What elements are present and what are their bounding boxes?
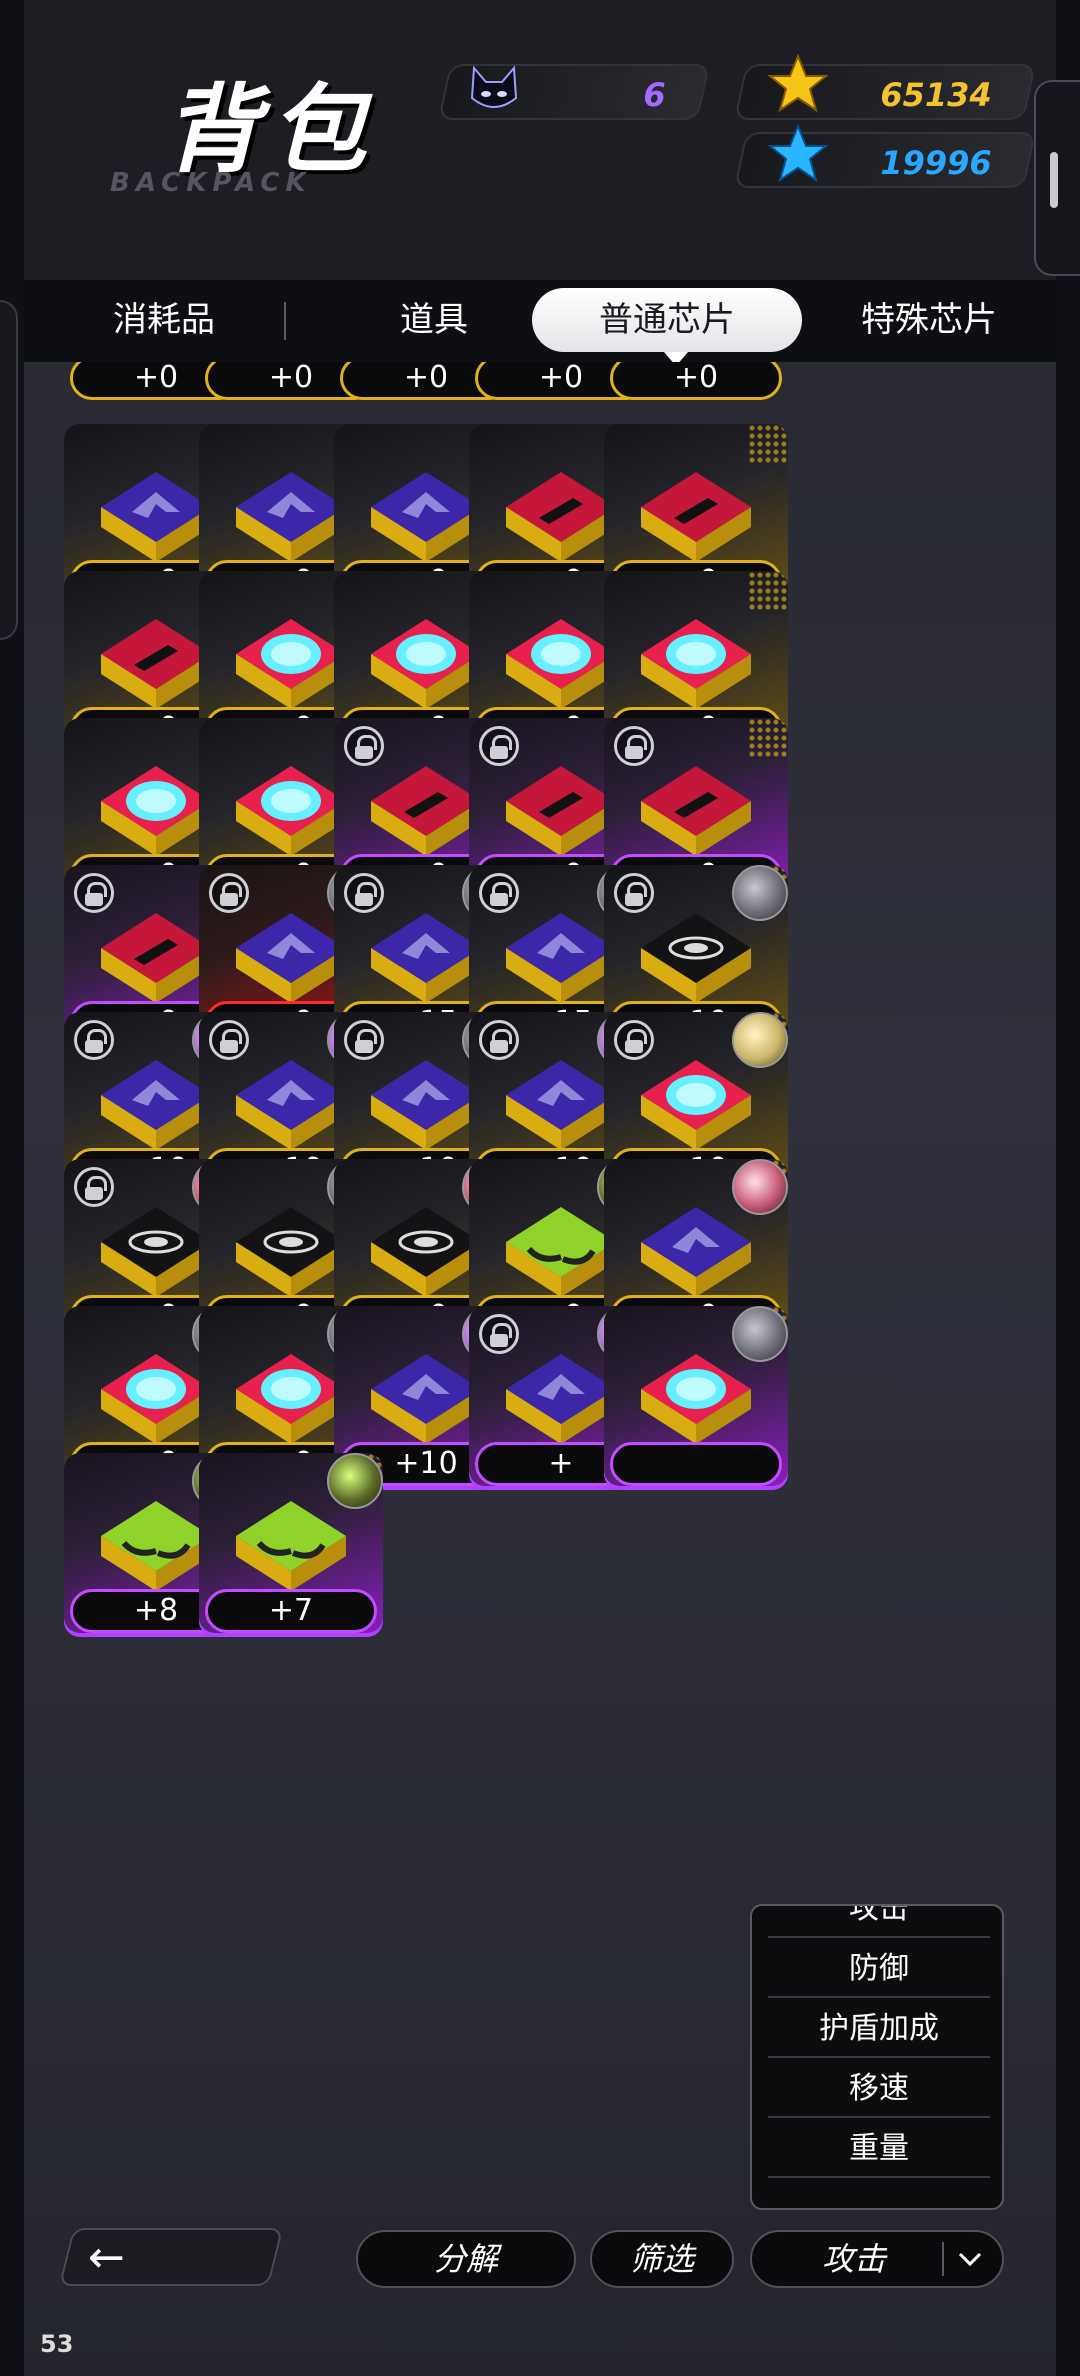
tab-bar: 消耗品 道具 普通芯片 特殊芯片 [24,280,1056,366]
right-border [1056,0,1080,2376]
cyan-burst-chip-icon [501,609,621,719]
blue-wing-chip-icon [501,1344,621,1454]
blue-wing-chip-icon [231,462,351,572]
sort-dropdown-menu: 攻击 防御 护盾加成 移速 重量 [750,1904,1004,2210]
black-vortex-chip-icon [366,1197,486,1307]
blue-wing-chip-icon [501,1050,621,1160]
decompose-button[interactable]: 分解 [356,2230,576,2288]
cyan-burst-chip-icon [636,609,756,719]
cyan-burst-chip-icon [636,1050,756,1160]
blue-wing-chip-icon [366,1050,486,1160]
blue-wing-chip-icon [231,1050,351,1160]
blue-wing-chip-icon [366,903,486,1013]
sort-option-attack[interactable]: 攻击 [768,1906,990,1938]
red-bullet-chip-icon [501,462,621,572]
cyan-burst-chip-icon [636,1344,756,1454]
green-dot-chip-icon [501,1197,621,1307]
equipped-character-avatar [732,1012,788,1068]
chip-level-badge [610,1442,782,1486]
tab-consumables[interactable]: 消耗品 [64,288,264,352]
blue-wing-chip-icon [231,903,351,1013]
black-vortex-chip-icon [96,1197,216,1307]
blue-wing-chip-icon [96,1050,216,1160]
sort-option-defense[interactable]: 防御 [768,1940,990,1998]
black-vortex-chip-icon [231,1197,351,1307]
green-dot-chip-icon [231,1491,351,1601]
red-bullet-chip-icon [96,609,216,719]
lock-icon [74,1167,114,1207]
red-bullet-chip-icon [636,462,756,572]
red-bullet-chip-icon [366,756,486,866]
corner-dots [748,718,788,758]
lock-icon [344,1020,384,1060]
blue-star-icon [768,124,828,183]
cyan-burst-chip-icon [231,1344,351,1454]
equipped-character-avatar [732,1159,788,1215]
red-bullet-chip-icon [636,756,756,866]
blue-wing-chip-icon [501,903,621,1013]
blue-wing-chip-icon [366,462,486,572]
sort-option-move-speed[interactable]: 移速 [768,2060,990,2118]
corner-dots [748,571,788,611]
left-edge-handle[interactable] [0,300,18,640]
back-arrow-icon[interactable]: ← [88,2232,125,2283]
tab-normal-chips[interactable]: 普通芯片 [532,288,802,352]
lock-icon [209,873,249,913]
lock-icon [344,873,384,913]
red-bullet-chip-icon [96,903,216,1013]
sort-divider [942,2242,944,2276]
blue-wing-chip-icon [96,462,216,572]
header: 背包 BACKPACK 6 65134 19996 [24,0,1056,280]
chip-level-badge: +7 [205,1589,377,1633]
sort-selected-label: 攻击 [822,2240,887,2278]
cat-currency-value: 6 [643,76,666,114]
sort-option-weight[interactable]: 重量 [768,2120,990,2178]
lock-icon [74,873,114,913]
backpack-screen: 背包 BACKPACK 6 65134 19996 消耗品 道具 普通芯片 特殊… [0,0,1080,2376]
cyan-burst-chip-icon [96,1344,216,1454]
lock-icon [209,1020,249,1060]
red-bullet-chip-icon [501,756,621,866]
blue-wing-chip-icon [366,1344,486,1454]
fps-counter: 53 [40,2330,74,2358]
lock-icon [479,1020,519,1060]
sort-option-shield-bonus[interactable]: 护盾加成 [768,2000,990,2058]
gold-star-icon [768,54,828,113]
cat-mask-icon [470,65,518,108]
cyan-burst-chip-icon [366,609,486,719]
chip-slot[interactable] [604,1306,788,1490]
lock-icon [74,1020,114,1060]
tab-special-chips[interactable]: 特殊芯片 [814,288,1044,352]
tab-items[interactable]: 道具 [334,288,534,352]
green-dot-chip-icon [96,1491,216,1601]
tab-divider [284,302,286,340]
filter-button[interactable]: 筛选 [590,2230,734,2288]
lock-icon [479,726,519,766]
blue-wing-chip-icon [636,1197,756,1307]
lock-icon [614,1020,654,1060]
lock-icon [479,873,519,913]
chevron-down-icon[interactable] [956,2248,984,2270]
right-edge-handle[interactable] [1034,80,1080,276]
equipped-character-avatar [732,1306,788,1362]
lock-icon [614,726,654,766]
page-subtitle: BACKPACK [110,168,312,198]
lock-icon [479,1314,519,1354]
cyan-burst-chip-icon [231,609,351,719]
lock-icon [344,726,384,766]
cyan-burst-chip-icon [231,756,351,866]
partial-row-level-badge: +0 [610,362,782,400]
corner-dots [748,424,788,464]
equipped-character-avatar [327,1453,383,1509]
sort-select[interactable]: 攻击 [750,2230,1004,2288]
chip-slot[interactable]: +7 [199,1453,383,1637]
cyan-burst-chip-icon [96,756,216,866]
blue-currency-value: 19996 [880,144,992,182]
black-vortex-chip-icon [636,903,756,1013]
gold-currency-value: 65134 [880,76,992,114]
lock-icon [614,873,654,913]
equipped-character-avatar [732,865,788,921]
